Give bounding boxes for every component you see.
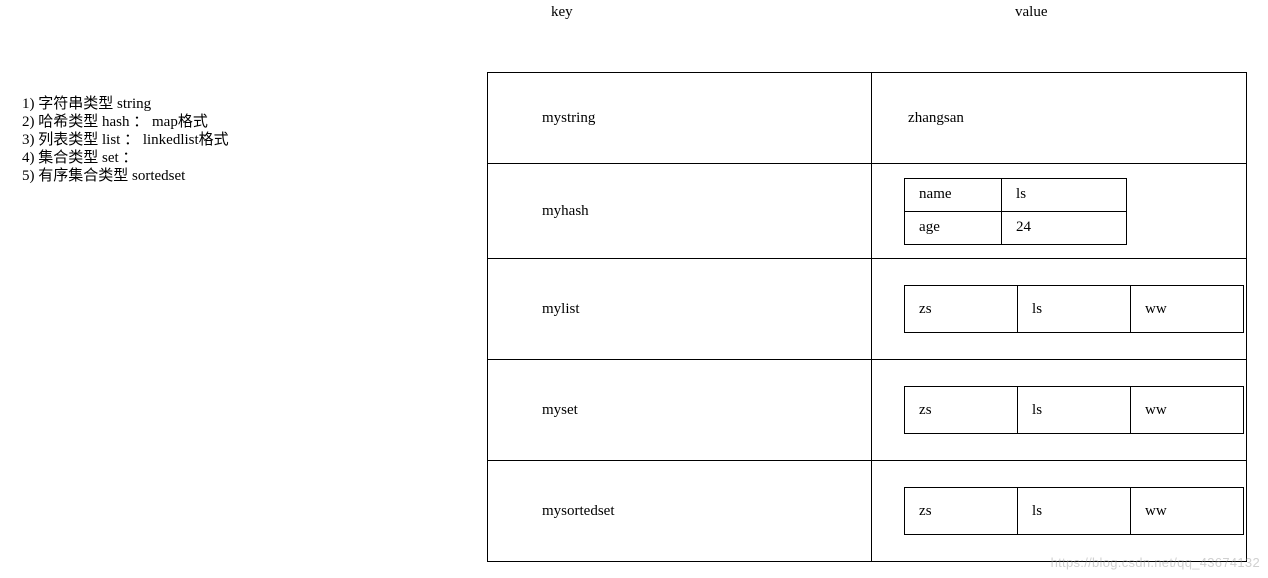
list-cell: ww	[1131, 387, 1244, 434]
list-row: zs ls ww	[905, 387, 1244, 434]
list-cell: zs	[905, 488, 1018, 535]
list-cell: zs	[905, 286, 1018, 333]
list-item: 2) 哈希类型 hash ： map格式	[22, 113, 229, 131]
key-cell: myset	[488, 360, 872, 461]
list-row: zs ls ww	[905, 488, 1244, 535]
sortedset-inner-table: zs ls ww	[904, 487, 1244, 535]
key-cell: mystring	[488, 73, 872, 164]
list-cell: ls	[1018, 286, 1131, 333]
set-inner-table: zs ls ww	[904, 386, 1244, 434]
list-row: zs ls ww	[905, 286, 1244, 333]
value-cell: zhangsan	[872, 73, 1247, 164]
table-row: mysortedset zs ls ww	[488, 461, 1247, 562]
key-cell: mysortedset	[488, 461, 872, 562]
table-row: myhash name ls age 24	[488, 164, 1247, 259]
list-cell: ww	[1131, 488, 1244, 535]
header-value-label: value	[1015, 4, 1047, 21]
redis-types-table: mystring zhangsan myhash name ls age 24 …	[487, 72, 1247, 562]
header-key-label: key	[551, 4, 573, 21]
list-inner-table: zs ls ww	[904, 285, 1244, 333]
hash-pair-row: name ls	[905, 178, 1127, 211]
table-row: myset zs ls ww	[488, 360, 1247, 461]
hash-value: 24	[1002, 211, 1127, 244]
list-item: 3) 列表类型 list ： linkedlist格式	[22, 131, 229, 149]
value-cell: name ls age 24	[872, 164, 1247, 259]
list-item: 5) 有序集合类型 sortedset	[22, 167, 229, 185]
value-cell: zs ls ww	[872, 461, 1247, 562]
list-cell: zs	[905, 387, 1018, 434]
list-cell: ls	[1018, 387, 1131, 434]
data-type-list: 1) 字符串类型 string 2) 哈希类型 hash ： map格式 3) …	[22, 95, 229, 185]
hash-inner-table: name ls age 24	[904, 178, 1127, 245]
table-row: mylist zs ls ww	[488, 259, 1247, 360]
list-cell: ww	[1131, 286, 1244, 333]
key-cell: mylist	[488, 259, 872, 360]
hash-pair-row: age 24	[905, 211, 1127, 244]
list-item: 1) 字符串类型 string	[22, 95, 229, 113]
table-row: mystring zhangsan	[488, 73, 1247, 164]
hash-value: ls	[1002, 178, 1127, 211]
key-cell: myhash	[488, 164, 872, 259]
list-cell: ls	[1018, 488, 1131, 535]
hash-key: age	[905, 211, 1002, 244]
value-cell: zs ls ww	[872, 360, 1247, 461]
list-item: 4) 集合类型 set ：	[22, 149, 229, 167]
value-cell: zs ls ww	[872, 259, 1247, 360]
hash-key: name	[905, 178, 1002, 211]
watermark-text: https://blog.csdn.net/qq_43674132	[1051, 555, 1260, 570]
